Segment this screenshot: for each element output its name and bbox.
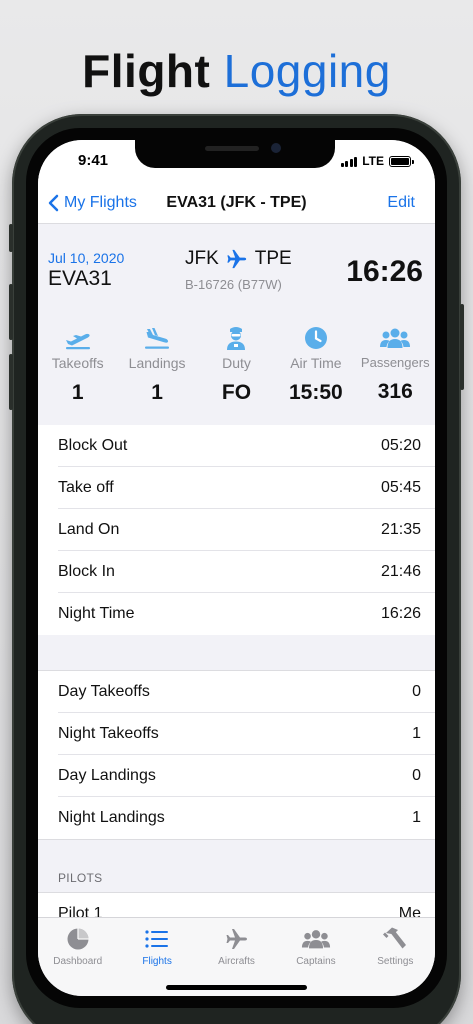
row-value: 05:20 bbox=[380, 437, 421, 454]
people-icon bbox=[301, 930, 330, 949]
stat-duty: Duty FO bbox=[197, 325, 276, 405]
row-value: 05:45 bbox=[380, 479, 421, 496]
headline: Flight Logging bbox=[0, 44, 473, 98]
camera-icon bbox=[271, 143, 281, 153]
list-item-block-in[interactable]: Block In 21:46 bbox=[38, 551, 435, 593]
clock-icon bbox=[304, 327, 327, 349]
row-label: Block Out bbox=[58, 437, 128, 454]
headline-word-1: Flight bbox=[82, 45, 211, 97]
counts-list: Day Takeoffs 0 Night Takeoffs 1 Day Landin… bbox=[38, 670, 435, 840]
list-item-night-takeoffs[interactable]: Night Takeoffs 1 bbox=[38, 713, 435, 755]
times-list: Block Out 05:20 Take off 05:45 Land On 21:3… bbox=[38, 425, 435, 635]
stat-label: Landings bbox=[128, 355, 186, 371]
back-button[interactable]: My Flights bbox=[48, 194, 137, 212]
stat-label: Passengers bbox=[360, 355, 430, 370]
destination-airport: TPE bbox=[254, 248, 292, 269]
takeoff-icon bbox=[65, 333, 90, 350]
stat-value: 316 bbox=[377, 380, 413, 403]
headline-word-2: Logging bbox=[223, 45, 391, 97]
airplane-icon bbox=[227, 249, 246, 269]
list-item-night-time[interactable]: Night Time 16:26 bbox=[38, 593, 435, 635]
stat-air-time: Air Time 15:50 bbox=[276, 325, 355, 405]
signal-icon bbox=[340, 156, 358, 167]
list-item-night-landings[interactable]: Night Landings 1 bbox=[38, 797, 435, 839]
hammer-icon bbox=[383, 927, 407, 949]
row-label: Take off bbox=[58, 479, 114, 496]
stat-passengers: Passengers 316 bbox=[356, 325, 435, 405]
network-label: LTE bbox=[362, 154, 384, 168]
stat-landings: Landings 1 bbox=[117, 325, 196, 405]
tab-label: Captains bbox=[296, 956, 336, 967]
row-value: 1 bbox=[412, 809, 421, 826]
stat-value: FO bbox=[221, 381, 252, 404]
list-item-take-off[interactable]: Take off 05:45 bbox=[38, 467, 435, 509]
flight-duration: 16:26 bbox=[346, 255, 423, 288]
dashboard-icon bbox=[67, 928, 89, 950]
row-label: Land On bbox=[58, 521, 120, 538]
tab-label: Flights bbox=[142, 956, 172, 967]
back-button-label: My Flights bbox=[64, 194, 137, 211]
row-label: Night Landings bbox=[58, 809, 165, 826]
row-value: 21:35 bbox=[380, 521, 421, 538]
status-time: 9:41 bbox=[78, 152, 109, 169]
stat-label: Air Time bbox=[290, 355, 342, 371]
row-value: 0 bbox=[412, 767, 421, 784]
section-header-pilots: PILOTS bbox=[58, 871, 103, 885]
stats-row: Takeoffs 1 Landings 1 Duty FO Air Time 1… bbox=[38, 325, 435, 405]
row-label: Night Time bbox=[58, 605, 135, 622]
row-label: Day Takeoffs bbox=[58, 683, 150, 700]
nav-bar: My Flights EVA31 (JFK - TPE) Edit bbox=[38, 184, 435, 224]
battery-icon bbox=[389, 155, 414, 167]
row-value: 1 bbox=[412, 725, 421, 742]
flight-number: EVA31 bbox=[48, 267, 112, 290]
row-value: 16:26 bbox=[380, 605, 421, 622]
list-item-land-on[interactable]: Land On 21:35 bbox=[38, 509, 435, 551]
stat-label: Takeoffs bbox=[51, 355, 104, 371]
tab-label: Settings bbox=[377, 956, 414, 967]
flight-date: Jul 10, 2020 bbox=[48, 250, 125, 266]
route: JFK TPE bbox=[185, 248, 292, 270]
passengers-icon bbox=[380, 328, 411, 348]
tab-dashboard[interactable]: Dashboard bbox=[38, 918, 117, 996]
pilot-icon bbox=[227, 327, 246, 350]
landing-icon bbox=[145, 328, 170, 349]
notch bbox=[135, 140, 335, 168]
airplane-icon bbox=[226, 929, 247, 949]
stat-takeoffs: Takeoffs 1 bbox=[38, 325, 117, 405]
tab-settings[interactable]: Settings bbox=[356, 918, 435, 996]
chevron-left-icon bbox=[48, 194, 59, 212]
origin-airport: JFK bbox=[185, 248, 219, 269]
phone-screen: 9:41 LTE My Flights EVA31 (JFK - TPE) Ed… bbox=[38, 140, 435, 996]
list-item-day-takeoffs[interactable]: Day Takeoffs 0 bbox=[38, 671, 435, 713]
stat-value: 15:50 bbox=[289, 381, 343, 404]
row-value: 21:46 bbox=[380, 563, 421, 580]
list-item-day-landings[interactable]: Day Landings 0 bbox=[38, 755, 435, 797]
row-value: 0 bbox=[412, 683, 421, 700]
list-item-block-out[interactable]: Block Out 05:20 bbox=[38, 425, 435, 467]
stat-label: Duty bbox=[222, 355, 251, 371]
home-indicator bbox=[166, 985, 307, 990]
aircraft-registration: B-16726 (B77W) bbox=[185, 277, 282, 292]
row-label: Night Takeoffs bbox=[58, 725, 159, 742]
list-icon bbox=[145, 930, 169, 948]
row-label: Day Landings bbox=[58, 767, 156, 784]
tab-label: Aircrafts bbox=[218, 956, 255, 967]
tab-label: Dashboard bbox=[53, 956, 103, 967]
flight-summary: Jul 10, 2020 EVA31 JFK TPE B-16726 (B77W… bbox=[38, 225, 435, 425]
edit-button[interactable]: Edit bbox=[387, 194, 415, 212]
row-label: Block In bbox=[58, 563, 115, 580]
stat-value: 1 bbox=[151, 381, 163, 404]
stat-value: 1 bbox=[71, 381, 84, 404]
